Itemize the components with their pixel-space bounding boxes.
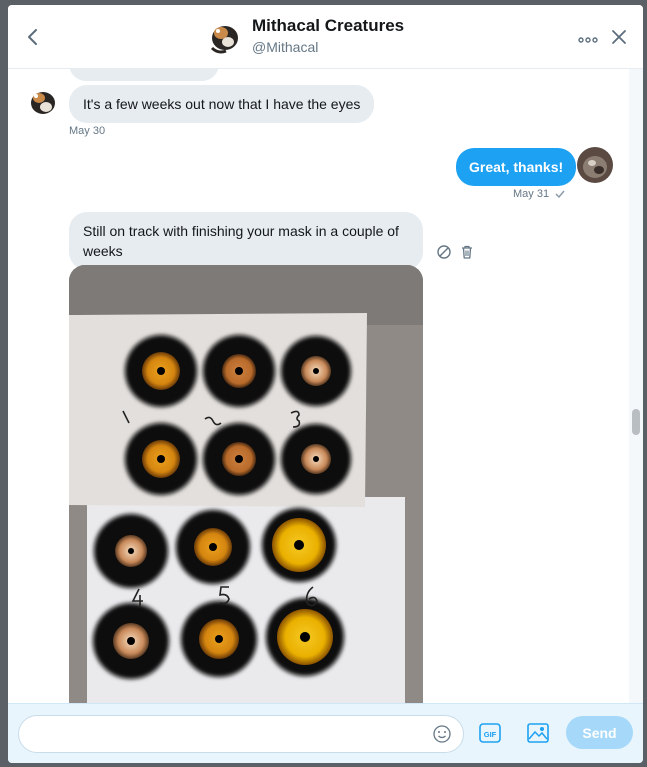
thread-scrollbar[interactable] xyxy=(629,69,643,703)
my-avatar[interactable] xyxy=(577,147,613,183)
conversation-header: Mithacal Creatures @Mithacal xyxy=(8,5,643,69)
more-button[interactable] xyxy=(578,32,598,43)
chevron-left-icon xyxy=(28,29,37,45)
gif-label: GIF xyxy=(484,730,497,739)
delete-icon xyxy=(462,245,472,259)
report-button[interactable] xyxy=(436,244,452,260)
close-icon xyxy=(612,30,626,44)
message-bubble-outgoing[interactable]: Great, thanks! xyxy=(456,148,577,186)
message-image[interactable] xyxy=(69,265,423,703)
scrollbar-thumb[interactable] xyxy=(632,409,640,435)
avatar[interactable] xyxy=(204,18,242,56)
message-thread[interactable]: It's a few weeks out now that I have the… xyxy=(8,69,628,703)
conversation-name[interactable]: Mithacal Creatures xyxy=(252,16,404,36)
conversation-handle: @Mithacal xyxy=(252,39,319,55)
eyes-photo xyxy=(69,265,423,703)
sender-avatar[interactable] xyxy=(23,84,59,120)
report-icon xyxy=(437,245,451,259)
send-button[interactable]: Send xyxy=(566,716,633,749)
message-bubble-incoming[interactable]: Still on track with finishing your mask … xyxy=(69,212,423,270)
message-timestamp: May 30 xyxy=(69,125,106,137)
close-button[interactable] xyxy=(611,29,627,45)
more-dots-icon xyxy=(578,37,598,43)
message-input[interactable] xyxy=(18,715,464,753)
back-button[interactable] xyxy=(24,25,44,49)
gif-button[interactable]: GIF xyxy=(479,722,501,744)
emoji-icon xyxy=(433,725,451,743)
image-icon xyxy=(527,723,549,743)
message-composer: GIF Send xyxy=(8,703,643,763)
message-bubble-incoming[interactable]: It's a few weeks out now that I have the… xyxy=(69,85,375,123)
media-button[interactable] xyxy=(527,722,549,744)
previous-message-bubble xyxy=(69,69,219,81)
check-icon xyxy=(554,187,566,199)
dm-window: Mithacal Creatures @Mithacal It's a few … xyxy=(8,5,643,763)
emoji-button[interactable] xyxy=(432,724,452,744)
message-timestamp: May 31 xyxy=(513,188,550,200)
delete-button[interactable] xyxy=(459,244,475,260)
gif-icon: GIF xyxy=(479,723,501,743)
